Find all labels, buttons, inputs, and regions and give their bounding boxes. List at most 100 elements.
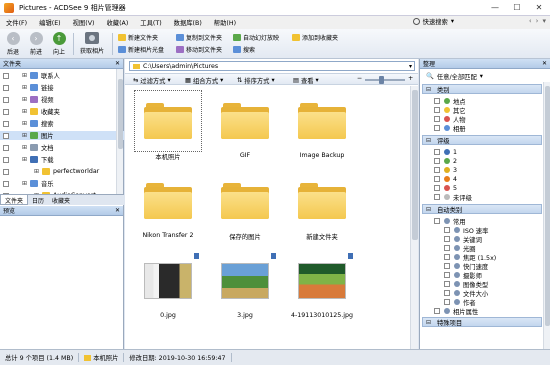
auto-category-item[interactable]: 常用 [434,217,466,226]
collapse-icon[interactable]: ⊟ [426,137,431,144]
tree-item[interactable]: ⊞ perfectworldar [0,167,124,176]
tree-item[interactable]: ⊞ 联系人 [0,71,124,80]
checkbox[interactable] [434,185,440,191]
section-rating[interactable]: ⊟ 评级 [422,135,542,145]
expand-icon[interactable]: ⊞ [22,180,27,187]
scrollbar-thumb[interactable] [118,79,123,149]
section-categories[interactable]: ⊟ 类别 [422,84,542,94]
collapse-icon[interactable]: ⊟ [426,319,431,326]
thumbnail-size-slider[interactable] [365,76,405,84]
auto-category-item[interactable]: 图像类型 [444,280,488,289]
category-item[interactable]: 地点 [434,97,466,106]
folder-thumbnail[interactable]: GIF [208,89,282,166]
auto-category-item[interactable]: 摄影师 [444,271,482,280]
get-photos-button[interactable]: 获取相片 [76,32,108,55]
auto-category-item[interactable]: 作者 [444,298,476,307]
move-to-folder-button[interactable]: 移动到文件夹 [176,45,222,54]
tree-item[interactable]: ⊞ 音乐 [0,179,124,188]
rating-item[interactable]: 1 [434,148,457,156]
tree-checkbox[interactable] [3,120,9,127]
tab-calendar[interactable]: 日历 [28,195,48,205]
checkbox[interactable] [434,194,440,200]
tree-checkbox[interactable] [3,132,9,139]
auto-category-item[interactable]: ISO 速率 [444,226,488,235]
expand-icon[interactable]: ⊞ [22,96,27,103]
checkbox[interactable] [444,245,450,251]
view-button[interactable]: ▤ 查看 ▾ [293,76,319,85]
checkbox[interactable] [434,167,440,173]
zoom-out-icon[interactable]: − [357,75,362,82]
checkbox[interactable] [444,299,450,305]
zoom-in-icon[interactable]: + [408,75,413,82]
forward-button[interactable]: › 前进 [26,32,46,56]
auto-category-item[interactable]: 光圈 [444,244,476,253]
menu-help[interactable]: 帮助(H) [208,18,242,27]
checkbox[interactable] [444,272,450,278]
close-icon[interactable]: ✕ [542,60,547,67]
menu-favorites[interactable]: 收藏(A) [100,18,134,27]
checkbox[interactable] [434,176,440,182]
tree-checkbox[interactable] [3,144,9,151]
menu-overflow-icon[interactable]: ▾ [542,17,546,25]
back-button[interactable]: ‹ 后退 [3,32,23,56]
checkbox[interactable] [444,263,450,269]
minimize-button[interactable]: — [484,0,506,15]
file-list-scrollbar[interactable] [410,86,418,349]
slider-knob[interactable] [379,76,384,84]
tree-item[interactable]: ⊞ 图片 [0,131,124,140]
folder-thumbnail[interactable]: Nikon Transfer 2 [131,169,205,246]
menu-tools[interactable]: 工具(T) [134,18,167,27]
close-icon[interactable]: ✕ [115,207,120,214]
tree-item[interactable]: ⊞ 文档 [0,143,124,152]
category-item[interactable]: 人物 [434,115,466,124]
menu-database[interactable]: 数据库(B) [168,18,208,27]
folder-scrollbar[interactable] [116,69,123,199]
checkbox[interactable] [444,254,450,260]
category-item[interactable]: 其它 [434,106,466,115]
rating-item[interactable]: 3 [434,166,457,174]
folder-thumbnail[interactable]: Image Backup [285,89,359,166]
new-folder-button[interactable]: 新建文件夹 [118,33,158,42]
image-thumbnail[interactable]: 3.jpg [208,249,282,326]
rating-item[interactable]: 5 [434,184,457,192]
organize-scrollbar[interactable] [543,82,550,349]
menu-file[interactable]: 文件(F) [0,18,33,27]
checkbox[interactable] [434,218,440,224]
address-bar[interactable]: C:\Users\admin\Pictures ▾ [129,61,415,71]
auto-slideshow-button[interactable]: 自动幻灯放映 [233,33,279,42]
expand-icon[interactable]: ⊞ [34,168,39,175]
match-mode-selector[interactable]: 🔍 任意/全部匹配 ▾ [420,70,550,82]
rating-item[interactable]: 4 [434,175,457,183]
checkbox[interactable] [434,158,440,164]
sort-button[interactable]: ⇅ 排序方式 ▾ [237,76,275,85]
image-thumbnail[interactable]: 0.jpg [131,249,205,326]
auto-category-item[interactable]: 焦距 (1.5x) [444,253,496,262]
tree-item[interactable]: ⊞ 搜索 [0,119,124,128]
tree-checkbox[interactable] [3,108,9,115]
folder-thumbnail[interactable]: 本机照片 [131,89,205,166]
auto-category-item[interactable]: 关键词 [444,235,482,244]
new-album-disc-button[interactable]: 新建相片光盘 [118,45,164,54]
auto-category-item[interactable]: 文件大小 [444,289,488,298]
tree-item[interactable]: ⊞ 链接 [0,83,124,92]
tree-item[interactable]: ⊞ 收藏夹 [0,107,124,116]
collapse-icon[interactable]: ⊟ [426,86,431,93]
checkbox[interactable] [444,290,450,296]
category-item[interactable]: 相册 [434,124,466,133]
filter-button[interactable]: ⇆ 过滤方式 ▾ [133,76,171,85]
menu-edit[interactable]: 编辑(E) [33,18,67,27]
tab-favorites[interactable]: 收藏夹 [48,195,74,205]
expand-icon[interactable]: ⊞ [22,156,27,163]
folder-thumbnail[interactable]: 保存的图片 [208,169,282,246]
expand-icon[interactable]: ⊞ [22,144,27,151]
expand-icon[interactable]: ⊞ [22,108,27,115]
checkbox[interactable] [434,308,440,314]
nav-next-icon[interactable]: › [536,17,539,25]
search-button[interactable]: 搜索 [233,45,255,54]
rating-item[interactable]: 2 [434,157,457,165]
tree-item[interactable]: ⊞ 视频 [0,95,124,104]
folder-thumbnail[interactable]: 新建文件夹 [285,169,359,246]
tree-checkbox[interactable] [3,84,9,91]
tree-checkbox[interactable] [3,72,9,79]
expand-icon[interactable]: ⊞ [22,120,27,127]
